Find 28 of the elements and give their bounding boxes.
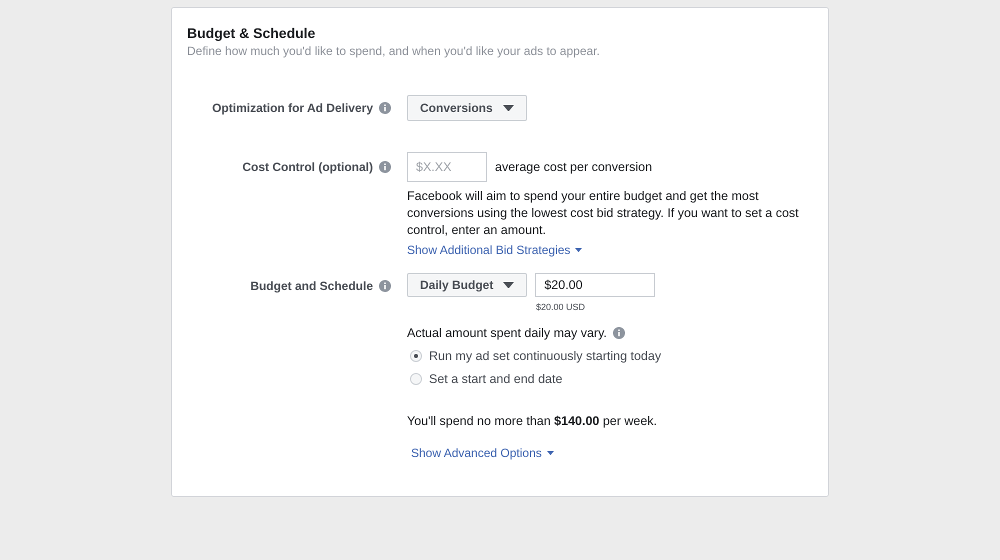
radio-label[interactable]: Set a start and end date [429,372,562,386]
info-icon[interactable] [379,102,391,114]
advanced-options-link[interactable]: Show Advanced Options [411,446,554,460]
info-icon[interactable] [612,327,625,339]
note-text: Actual amount spent daily may vary. [407,326,607,340]
budget-type-dropdown[interactable]: Daily Budget [407,273,528,297]
field-label: Budget and Schedule [250,279,373,293]
budget-input-field[interactable]: $20.00 [535,273,656,297]
field-suffix: average cost per conversion [495,160,652,174]
info-icon[interactable] [379,161,391,173]
radio-label[interactable]: Run my ad set continuously starting today [429,349,662,363]
caret-icon [502,104,514,112]
field-label: Optimization for Ad Delivery [212,101,373,115]
bid-strategies-link[interactable]: Show Additional Bid Strategies [407,243,582,257]
radio-button[interactable] [410,350,422,362]
section-title: Budget & Schedule [187,25,316,41]
info-icon[interactable] [379,280,391,292]
caret-icon [503,282,514,288]
radio-button[interactable] [410,373,422,385]
section-subtitle: Define how much you'd like to spend, and when you'd like your ads to appear. [187,44,601,58]
optimization-dropdown[interactable]: Conversions [407,95,527,121]
field-label: Cost Control (optional) [242,160,373,174]
help-text: Facebook will aim to spend your entire budget and get the most conversions using the lowest cost bid strategy. If you want to set a cost control, enter an amount. [407,188,800,239]
cost-input-field[interactable]: $X.XX [407,152,487,182]
spend-summary: You'll spend no more than $140.00 per week. [407,414,658,428]
caret-icon [546,450,554,456]
caret-icon [575,248,582,252]
converted-amount: $20.00 USD [536,302,586,312]
